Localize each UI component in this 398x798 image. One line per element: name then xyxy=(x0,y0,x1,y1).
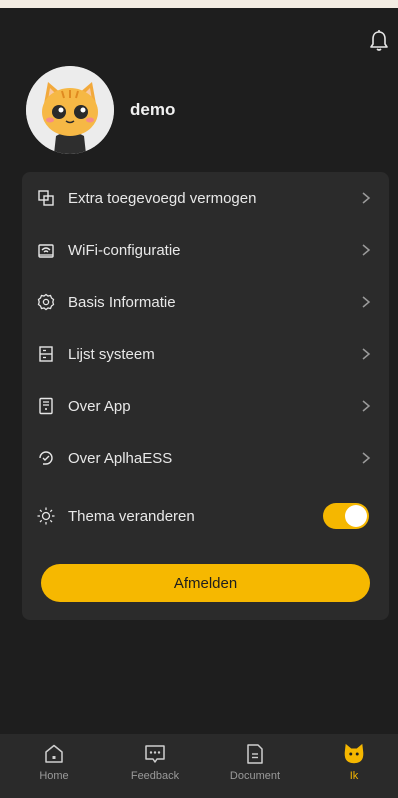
chat-icon xyxy=(143,742,167,766)
cat-face-icon xyxy=(342,742,366,766)
tab-label: Ik xyxy=(349,770,359,782)
menu-item-about-app[interactable]: Over App xyxy=(22,380,389,432)
menu-item-label: Over App xyxy=(68,397,131,415)
list-system-icon xyxy=(36,344,56,364)
chevron-right-icon xyxy=(359,295,373,309)
extra-power-icon xyxy=(36,188,56,208)
bottom-tab-bar: Home Feedback Document Ik xyxy=(0,734,398,798)
menu-item-label: Lijst systeem xyxy=(68,345,155,363)
theme-toggle[interactable] xyxy=(323,503,369,529)
profile-header: demo xyxy=(26,66,175,154)
chevron-right-icon xyxy=(359,347,373,361)
chevron-right-icon xyxy=(359,191,373,205)
bell-icon[interactable] xyxy=(366,28,392,54)
menu-item-label: WiFi-configuratie xyxy=(68,241,181,259)
status-strip xyxy=(0,0,398,8)
about-company-icon xyxy=(36,448,56,468)
menu-item-label: Extra toegevoegd vermogen xyxy=(68,189,257,207)
sun-icon xyxy=(36,506,56,526)
chevron-right-icon xyxy=(359,451,373,465)
menu-item-extra-power[interactable]: Extra toegevoegd vermogen xyxy=(22,172,389,224)
menu-item-system-list[interactable]: Lijst systeem xyxy=(22,328,389,380)
menu-item-theme: Thema veranderen xyxy=(22,490,389,542)
avatar[interactable] xyxy=(26,66,114,154)
tab-label: Home xyxy=(39,770,69,782)
menu-item-wifi-config[interactable]: WiFi-configuratie xyxy=(22,224,389,276)
settings-card: Extra toegevoegd vermogen WiFi-configura… xyxy=(22,172,389,620)
cat-avatar-icon xyxy=(26,66,114,154)
toggle-knob xyxy=(345,505,367,527)
gear-icon xyxy=(36,292,56,312)
tab-ik[interactable]: Ik xyxy=(314,734,394,798)
wifi-device-icon xyxy=(36,240,56,260)
tab-feedback[interactable]: Feedback xyxy=(115,734,195,798)
tab-document[interactable]: Document xyxy=(215,734,295,798)
menu-item-about-company[interactable]: Over AplhaESS xyxy=(22,432,389,484)
tab-label: Feedback xyxy=(130,770,180,782)
chevron-right-icon xyxy=(359,399,373,413)
menu-item-label: Over AplhaESS xyxy=(68,449,173,467)
logout-button[interactable]: Afmelden xyxy=(41,564,370,602)
menu-item-basic-info[interactable]: Basis Informatie xyxy=(22,276,389,328)
chevron-right-icon xyxy=(359,243,373,257)
tab-label: Document xyxy=(229,770,281,782)
about-app-icon xyxy=(36,396,56,416)
menu-item-label: Basis Informatie xyxy=(68,293,176,311)
username: demo xyxy=(130,100,176,119)
tab-home[interactable]: Home xyxy=(14,734,94,798)
home-icon xyxy=(42,742,66,766)
document-icon xyxy=(243,742,267,766)
